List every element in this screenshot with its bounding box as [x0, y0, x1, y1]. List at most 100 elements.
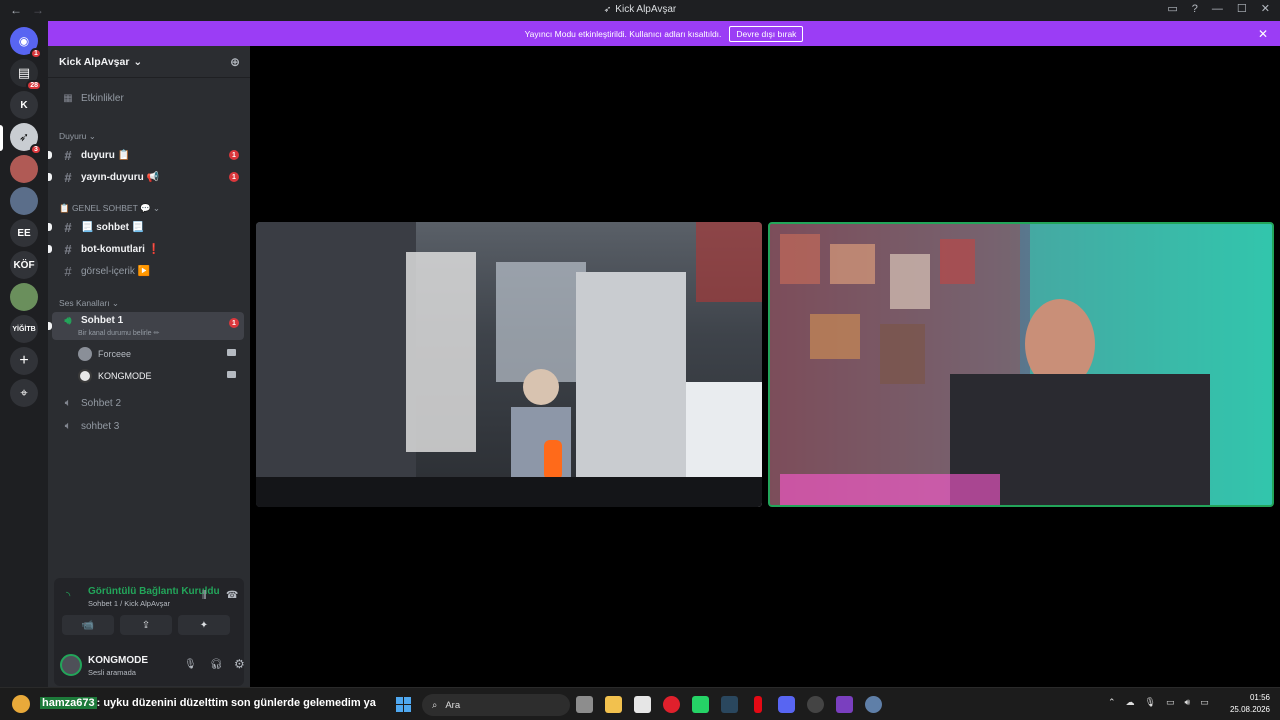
- inbox-icon[interactable]: ▭: [1167, 2, 1177, 15]
- mention-badge: 1: [229, 150, 239, 160]
- discord-taskbar-icon[interactable]: [778, 696, 795, 713]
- video-feed: [770, 224, 1272, 505]
- server-kof[interactable]: KÖF: [10, 251, 38, 279]
- microphone-icon[interactable]: 🎙︎: [184, 659, 197, 670]
- settings-gear-icon[interactable]: ⚙: [234, 657, 245, 671]
- opera-icon[interactable]: [663, 696, 680, 713]
- minimize-button[interactable]: —: [1212, 3, 1223, 15]
- server-yigitb[interactable]: YİĞİTB: [10, 315, 38, 343]
- chat-username: hamza673: [40, 697, 97, 709]
- channel-label: görsel-içerik ▶️: [81, 265, 151, 277]
- cloud-icon[interactable]: ☁: [1126, 697, 1135, 708]
- server-avatar[interactable]: ➶ 3: [10, 123, 42, 155]
- mic-tray-icon[interactable]: 🎙︎: [1145, 697, 1156, 708]
- channel-gorsel-icerik[interactable]: # görsel-içerik ▶️: [52, 261, 244, 281]
- server-ee[interactable]: EE: [10, 219, 38, 247]
- disconnect-icon[interactable]: ☎: [226, 590, 238, 601]
- server-avatar[interactable]: [10, 155, 38, 183]
- category-genel-sohbet[interactable]: 📋 GENEL SOHBET 💬 ⌄: [59, 203, 160, 214]
- discord-home-icon[interactable]: ◉ 1: [10, 27, 42, 59]
- close-button[interactable]: ✕: [1261, 2, 1270, 15]
- netflix-icon[interactable]: [754, 696, 762, 713]
- voice-user[interactable]: KONGMODE: [78, 367, 244, 385]
- taskbar-search[interactable]: ⌕ Ara: [422, 694, 570, 716]
- camera-icon: [227, 371, 236, 378]
- selected-pill: [0, 125, 3, 151]
- channel-label: 📃 sohbet 📃: [81, 221, 145, 233]
- voice-channel-sohbet-2[interactable]: 🔈︎ Sohbet 2: [52, 393, 244, 413]
- window-title: ➶ Kick AlpAvşar: [0, 4, 1280, 15]
- avatar: [78, 369, 92, 383]
- video-tile-forceee[interactable]: [256, 222, 762, 507]
- unread-indicator: [48, 223, 52, 231]
- noise-suppression-icon[interactable]: ⫼: [202, 590, 207, 601]
- taskbar: hamza673: uyku düzenini düzelttim son gü…: [0, 687, 1280, 720]
- user-status: Sesli aramada: [88, 668, 136, 677]
- weather-icon[interactable]: [12, 695, 30, 713]
- category-duyuru[interactable]: Duyuru ⌄: [59, 131, 96, 142]
- task-view-icon[interactable]: [576, 696, 593, 713]
- server-avatar[interactable]: [10, 187, 38, 215]
- channel-label: sohbet 3: [81, 420, 120, 432]
- window-title-text: Kick AlpAvşar: [615, 4, 677, 15]
- close-banner-icon[interactable]: ✕: [1258, 27, 1268, 41]
- server-k[interactable]: K: [10, 91, 38, 119]
- start-button[interactable]: [396, 697, 411, 712]
- taskbar-apps: [576, 696, 882, 713]
- video-tile-kongmode[interactable]: [768, 222, 1274, 507]
- voice-channel-sohbet-3[interactable]: 🔈︎ sohbet 3: [52, 416, 244, 436]
- events-item[interactable]: ▦ Etkinlikler: [52, 88, 244, 108]
- invite-icon[interactable]: ⊕: [230, 55, 240, 69]
- search-icon: ⌕: [432, 699, 438, 711]
- channel-bot-komutlari[interactable]: # bot-komutlari ❗: [48, 239, 244, 259]
- channel-duyuru[interactable]: # duyuru 📋 1: [48, 145, 244, 165]
- store-icon[interactable]: [634, 696, 651, 713]
- add-server-icon[interactable]: +: [10, 347, 38, 375]
- connection-location[interactable]: Sohbet 1 / Kick AlpAvşar: [88, 599, 170, 608]
- banner-text: Yayıncı Modu etkinleştirildi. Kullanıcı …: [524, 28, 722, 39]
- channel-sidebar: Kick AlpAvşar ⌄ ⊕ ▦ Etkinlikler Duyuru ⌄…: [48, 46, 250, 687]
- voice-user-name: Forceee: [98, 349, 132, 359]
- activities-button[interactable]: ✦: [178, 615, 230, 635]
- channel-sohbet[interactable]: # 📃 sohbet 📃: [48, 217, 244, 237]
- maximize-button[interactable]: ☐: [1237, 2, 1247, 15]
- hash-icon: #: [64, 241, 72, 257]
- channel-status-text[interactable]: Bir kanal durumu belirle ✏: [78, 329, 159, 337]
- discover-icon[interactable]: ⌖: [10, 379, 38, 407]
- server-avatar[interactable]: [10, 283, 38, 311]
- whatsapp-icon[interactable]: [692, 696, 709, 713]
- channel-label: yayın-duyuru 📢: [81, 171, 160, 183]
- connection-status: Görüntülü Bağlantı Kuruldu: [88, 586, 220, 597]
- chat-overlay: hamza673: uyku düzenini düzelttim son gü…: [40, 697, 376, 709]
- help-icon[interactable]: ?: [1192, 3, 1198, 15]
- voice-user[interactable]: Forceee: [78, 345, 244, 363]
- tray-chevron-icon[interactable]: ⌃: [1108, 697, 1116, 708]
- headphones-icon[interactable]: 🎧︎: [210, 659, 223, 670]
- user-name[interactable]: KONGMODE: [88, 655, 148, 666]
- settings-icon[interactable]: [865, 696, 882, 713]
- voice-channel-sohbet-1[interactable]: 🔊︎ Sohbet 1 1 Bir kanal durumu belirle ✏: [48, 312, 244, 340]
- steam-icon[interactable]: [721, 696, 738, 713]
- category-ses-kanallari[interactable]: Ses Kanalları ⌄: [59, 298, 119, 309]
- speaker-icon: 🔊︎: [64, 315, 72, 327]
- screen-share-button[interactable]: ⇪: [120, 615, 172, 635]
- volume-icon[interactable]: 🔊︎: [1185, 697, 1191, 708]
- network-icon[interactable]: ▭: [1166, 697, 1175, 708]
- channel-label: Sohbet 2: [81, 397, 122, 409]
- battery-icon[interactable]: ▭: [1200, 697, 1209, 708]
- file-explorer-icon[interactable]: [605, 696, 622, 713]
- camera-button[interactable]: 📹: [62, 615, 114, 635]
- app-icon[interactable]: [836, 696, 853, 713]
- clock[interactable]: 01:56 25.08.2026: [1226, 692, 1270, 716]
- server-label: +: [19, 352, 29, 369]
- unread-indicator: [48, 173, 52, 181]
- server-icon[interactable]: ▤ 28: [10, 59, 42, 91]
- unread-indicator: [48, 151, 52, 159]
- chrome-icon[interactable]: [807, 696, 824, 713]
- server-header[interactable]: Kick AlpAvşar ⌄ ⊕: [48, 46, 250, 78]
- channel-yayin-duyuru[interactable]: # yayın-duyuru 📢 1: [48, 167, 244, 187]
- avatar[interactable]: [60, 654, 82, 676]
- badge: 28: [26, 80, 42, 91]
- disable-streamer-mode-button[interactable]: Devre dışı bırak: [729, 25, 804, 42]
- mention-badge: 1: [229, 172, 239, 182]
